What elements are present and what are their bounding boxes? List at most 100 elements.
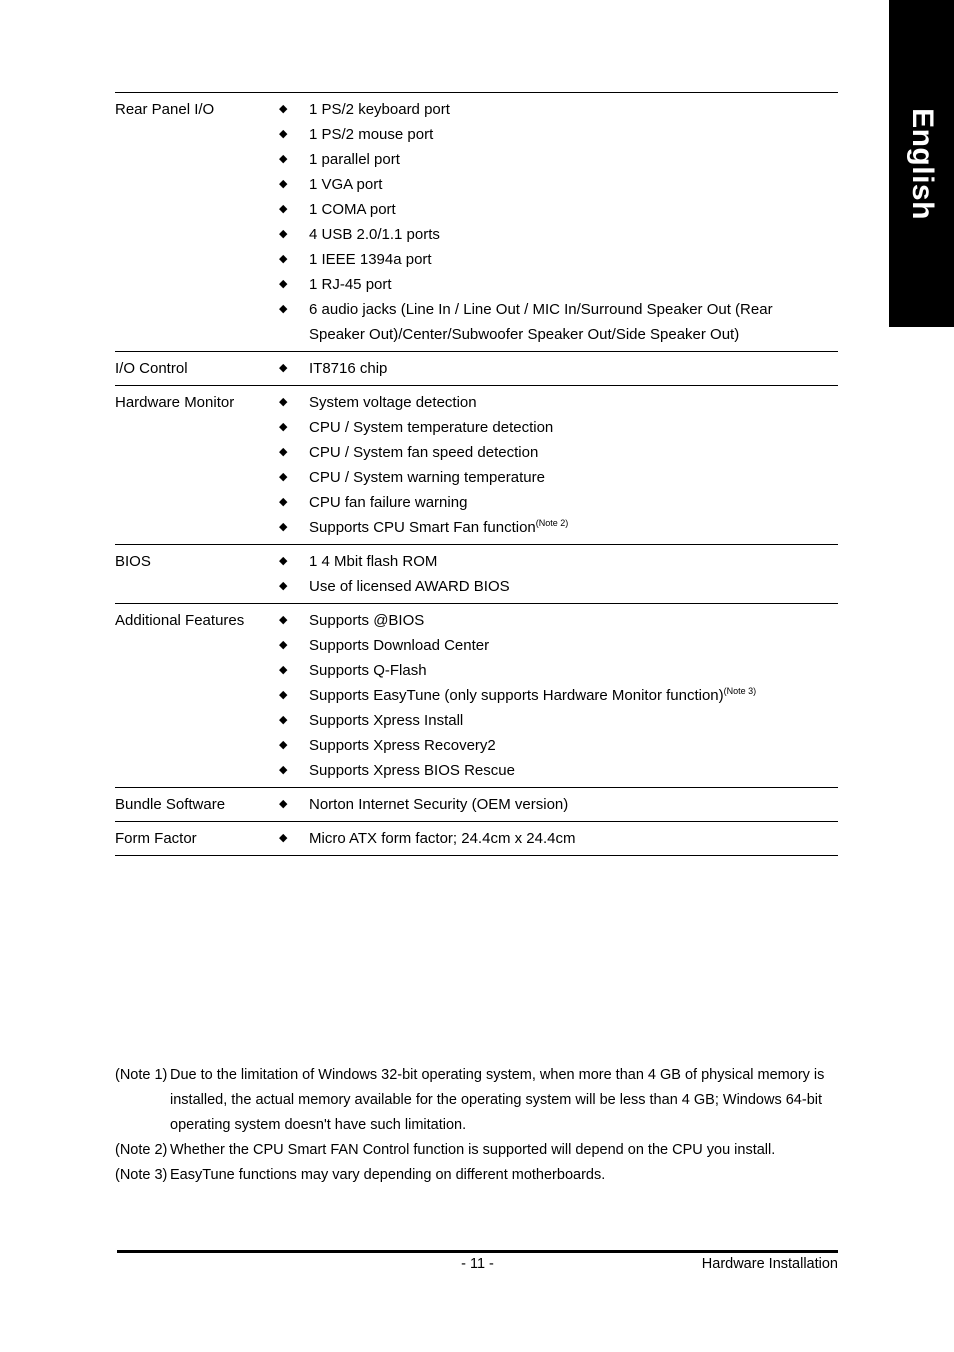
footnote-tag: (Note 1) (115, 1067, 168, 1083)
list-item: ◆ 1 PS/2 mouse port (278, 122, 838, 147)
diamond-bullet-icon: ◆ (279, 496, 288, 508)
footnotes: (Note 1) Due to the limitation of Windows… (115, 1063, 840, 1188)
list-item: ◆ Supports Q-Flash (278, 658, 838, 683)
footer-divider (117, 1250, 838, 1253)
diamond-bullet-icon: ◆ (279, 446, 288, 458)
diamond-bullet-icon: ◆ (279, 471, 288, 483)
list-item: ◆ CPU / System temperature detection (278, 415, 838, 440)
diamond-bullet-icon: ◆ (279, 128, 288, 140)
list-item: ◆ 4 USB 2.0/1.1 ports (278, 222, 838, 247)
diamond-bullet-icon: ◆ (279, 714, 288, 726)
diamond-bullet-icon: ◆ (279, 739, 288, 751)
list-item-text: CPU / System temperature detection (309, 419, 554, 436)
list-item-label: System voltage detection (309, 390, 838, 415)
list-item: ◆ 1 VGA port (278, 172, 838, 197)
footnote: (Note 1) Due to the limitation of Windows… (115, 1063, 840, 1138)
list-item-label: Micro ATX form factor; 24.4cm x 24.4cm (309, 826, 838, 851)
table-row: Form Factor ◆ Micro ATX form factor; 24.4c… (115, 821, 838, 856)
list-item: ◆ Supports CPU Smart Fan function(Note 2) (278, 515, 838, 540)
list-item: ◆ Supports Xpress Install (278, 708, 838, 733)
list-item: ◆ Supports Xpress Recovery2 (278, 733, 838, 758)
table-row: Bundle Software ◆ Norton Internet Security… (115, 787, 838, 822)
list-item-label: 1 IEEE 1394a port (309, 247, 838, 272)
diamond-bullet-icon: ◆ (279, 253, 288, 265)
list-item-text: 1 IEEE 1394a port (309, 251, 432, 268)
list-item-label: Use of licensed AWARD BIOS (309, 574, 838, 599)
list-item: ◆ 1 parallel port (278, 147, 838, 172)
footnote-text: EasyTune functions may vary depending on… (170, 1167, 606, 1183)
table-row: BIOS ◆ 1 4 Mbit flash ROM ◆ Use of licensed … (115, 544, 838, 604)
list-item: ◆ CPU / System fan speed detection (278, 440, 838, 465)
diamond-bullet-icon: ◆ (279, 153, 288, 165)
list-item-text: 1 VGA port (309, 176, 383, 193)
language-tab: English (889, 0, 954, 327)
diamond-bullet-icon: ◆ (279, 178, 288, 190)
list-item-text: 1 parallel port (309, 151, 400, 168)
footnote-marker: (Note 3) (723, 686, 757, 696)
spec-label: Hardware Monitor (115, 394, 235, 411)
list-item-text: CPU fan failure warning (309, 494, 468, 511)
spec-label: BIOS (115, 553, 151, 570)
spec-values: ◆ 1 4 Mbit flash ROM ◆ Use of licensed AWAR… (278, 545, 838, 604)
diamond-bullet-icon: ◆ (279, 764, 288, 776)
list-item-label: CPU / System temperature detection (309, 415, 838, 440)
list-item-text: 1 4 Mbit flash ROM (309, 553, 438, 570)
list-item-label: IT8716 chip (309, 356, 838, 381)
diamond-bullet-icon: ◆ (279, 203, 288, 215)
list-item: ◆ Norton Internet Security (OEM version) (278, 792, 838, 817)
list-item-label: Supports Q-Flash (309, 658, 838, 683)
list-item: ◆ System voltage detection (278, 390, 838, 415)
list-item-label: 1 PS/2 mouse port (309, 122, 838, 147)
list-item-label: 4 USB 2.0/1.1 ports (309, 222, 838, 247)
list-item-text: Supports Xpress Install (309, 712, 464, 729)
list-item-text: Supports Download Center (309, 637, 490, 654)
list-item-label: Supports Download Center (309, 633, 838, 658)
table-row: Rear Panel I/O ◆ 1 PS/2 keyboard port ◆ 1 PS… (115, 92, 838, 352)
list-item: ◆ Supports EasyTune (only supports Hardwa… (278, 683, 838, 708)
diamond-bullet-icon: ◆ (279, 555, 288, 567)
list-item: ◆ CPU fan failure warning (278, 490, 838, 515)
list-item-text: 1 RJ-45 port (309, 276, 392, 293)
spec-label: I/O Control (115, 360, 188, 377)
diamond-bullet-icon: ◆ (279, 228, 288, 240)
footnote-text: Whether the CPU Smart FAN Control functi… (170, 1142, 776, 1158)
specification-table-body: Rear Panel I/O ◆ 1 PS/2 keyboard port ◆ 1 PS… (115, 92, 838, 856)
list-item: ◆ Micro ATX form factor; 24.4cm x 24.4cm (278, 826, 838, 851)
footnote-marker: (Note 2) (535, 518, 569, 528)
list-item: ◆ 1 IEEE 1394a port (278, 247, 838, 272)
list-item-label: Supports @BIOS (309, 608, 838, 633)
list-item: ◆ Supports Xpress BIOS Rescue (278, 758, 838, 783)
list-item: ◆ Supports @BIOS (278, 608, 838, 633)
diamond-bullet-icon: ◆ (279, 278, 288, 290)
list-item-text-continued: Speaker Out)/Center/Subwoofer Speaker Ou… (309, 326, 740, 343)
table-row: Additional Features ◆ Supports @BIOS ◆ Suppo… (115, 603, 838, 788)
diamond-bullet-icon: ◆ (279, 103, 288, 115)
list-item-text: Supports Xpress Recovery2 (309, 737, 496, 754)
footnote: (Note 3) EasyTune functions may vary depe… (115, 1163, 840, 1188)
diamond-bullet-icon: ◆ (279, 832, 288, 844)
spec-values: ◆ System voltage detection ◆ CPU / System t… (278, 386, 838, 545)
list-item-label: 1 COMA port (309, 197, 838, 222)
list-item-label: CPU / System warning temperature (309, 465, 838, 490)
list-item-label: Supports EasyTune (only supports Hardwar… (309, 683, 838, 708)
footnote-text: Due to the limitation of Windows 32-bit … (170, 1067, 825, 1133)
list-item-text: System voltage detection (309, 394, 477, 411)
list-item: ◆ 1 PS/2 keyboard port (278, 97, 838, 122)
page-footer: - 11 - Hardware Installation (117, 1256, 838, 1278)
spec-values: ◆ Supports @BIOS ◆ Supports Download Center… (278, 604, 838, 788)
diamond-bullet-icon: ◆ (279, 614, 288, 626)
footnote-tag: (Note 2) (115, 1142, 168, 1158)
spec-values: ◆ 1 PS/2 keyboard port ◆ 1 PS/2 mouse port ◆… (278, 93, 838, 352)
diamond-bullet-icon: ◆ (279, 362, 288, 374)
list-item-label: Supports Xpress Recovery2 (309, 733, 838, 758)
diamond-bullet-icon: ◆ (279, 798, 288, 810)
list-item: ◆ 1 COMA port (278, 197, 838, 222)
list-item-label: Supports Xpress Install (309, 708, 838, 733)
list-item-text: CPU / System warning temperature (309, 469, 545, 486)
spec-label: Rear Panel I/O (115, 101, 215, 118)
list-item-text: 1 PS/2 keyboard port (309, 101, 450, 118)
list-item: ◆ Use of licensed AWARD BIOS (278, 574, 838, 599)
language-tab-label: English (905, 107, 939, 220)
diamond-bullet-icon: ◆ (279, 303, 288, 315)
list-item-label: Supports Xpress BIOS Rescue (309, 758, 838, 783)
